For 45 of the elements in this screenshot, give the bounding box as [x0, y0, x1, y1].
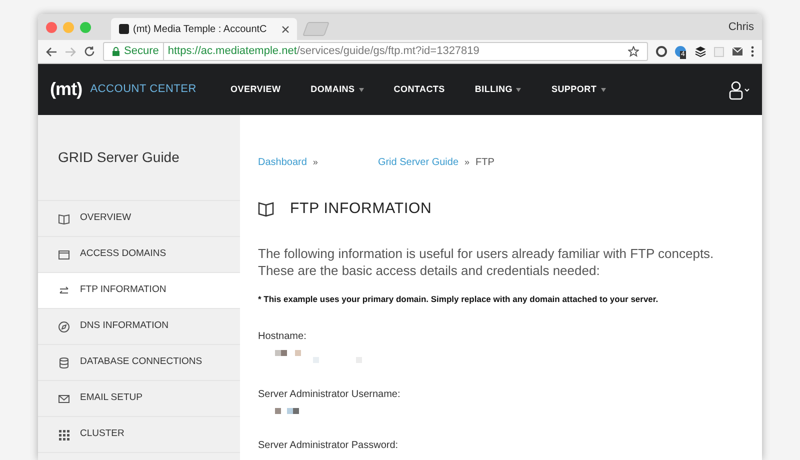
address-bar[interactable]: Secure https://ac.mediatemple.net/services/guide/gs/ftp.mt?id=1327819 — [103, 42, 648, 61]
reload-icon[interactable] — [84, 46, 95, 57]
swap-arrows-icon — [58, 284, 70, 296]
nav-link[interactable]: BILLING — [474, 82, 522, 96]
brand-title[interactable]: ACCOUNT CENTER — [90, 81, 197, 98]
site-favicon-icon — [119, 24, 129, 34]
browser-tab[interactable]: (mt) Media Temple : AccountC — [111, 18, 297, 40]
breadcrumb-current: FTP — [476, 156, 494, 170]
breadcrumb-separator: » — [312, 156, 318, 169]
window-icon — [58, 248, 70, 260]
caret-icon — [358, 88, 364, 92]
close-tab-icon[interactable] — [282, 26, 289, 32]
field-label: Server Administrator Password: — [258, 439, 400, 454]
field-label: Server Administrator Username: — [258, 388, 402, 402]
note-text: * This example uses your primary domain. Simply replace with any domain attached to your server. — [258, 292, 660, 306]
sidebar-item[interactable]: FTP INFORMATION — [38, 273, 240, 309]
menu-icon[interactable] — [751, 46, 754, 57]
database-icon — [58, 356, 70, 368]
caret-icon — [600, 88, 606, 92]
extension-icon[interactable] — [656, 46, 667, 57]
page-heading: FTP INFORMATION — [290, 199, 432, 219]
tab-title: (mt) Media Temple : AccountC — [133, 22, 268, 36]
book-icon — [58, 212, 70, 224]
nav-link[interactable]: DOMAINS — [310, 82, 364, 96]
compass-icon — [58, 320, 70, 332]
envelope-icon[interactable] — [732, 47, 743, 56]
field-label: Hostname: — [258, 330, 308, 344]
profile-name[interactable]: Chris — [728, 18, 754, 36]
caret-icon — [516, 88, 522, 92]
bookmark-star-icon[interactable] — [628, 46, 639, 57]
url-text: https://ac.mediatemple.net/services/guide/gs/ftp.mt?id=1327819 — [168, 44, 480, 60]
back-icon[interactable] — [46, 46, 57, 56]
nav-link[interactable]: OVERVIEW — [230, 82, 281, 96]
user-account-icon[interactable] — [728, 80, 750, 100]
envelope-icon — [58, 392, 70, 404]
grid-icon — [58, 428, 70, 440]
nav-link[interactable]: SUPPORT — [551, 82, 606, 96]
nav-link[interactable]: CONTACTS — [394, 82, 445, 96]
breadcrumb-separator: » — [464, 156, 470, 169]
layers-icon[interactable] — [695, 46, 706, 57]
secure-label: Secure — [124, 43, 164, 60]
intro-paragraph: The following information is useful for users already familiar with FTP concepts. These are the basic access details and credentials needed: — [258, 244, 715, 278]
book-icon — [258, 201, 274, 218]
site-logo[interactable]: (mt) — [50, 76, 82, 103]
lock-icon — [112, 47, 120, 56]
